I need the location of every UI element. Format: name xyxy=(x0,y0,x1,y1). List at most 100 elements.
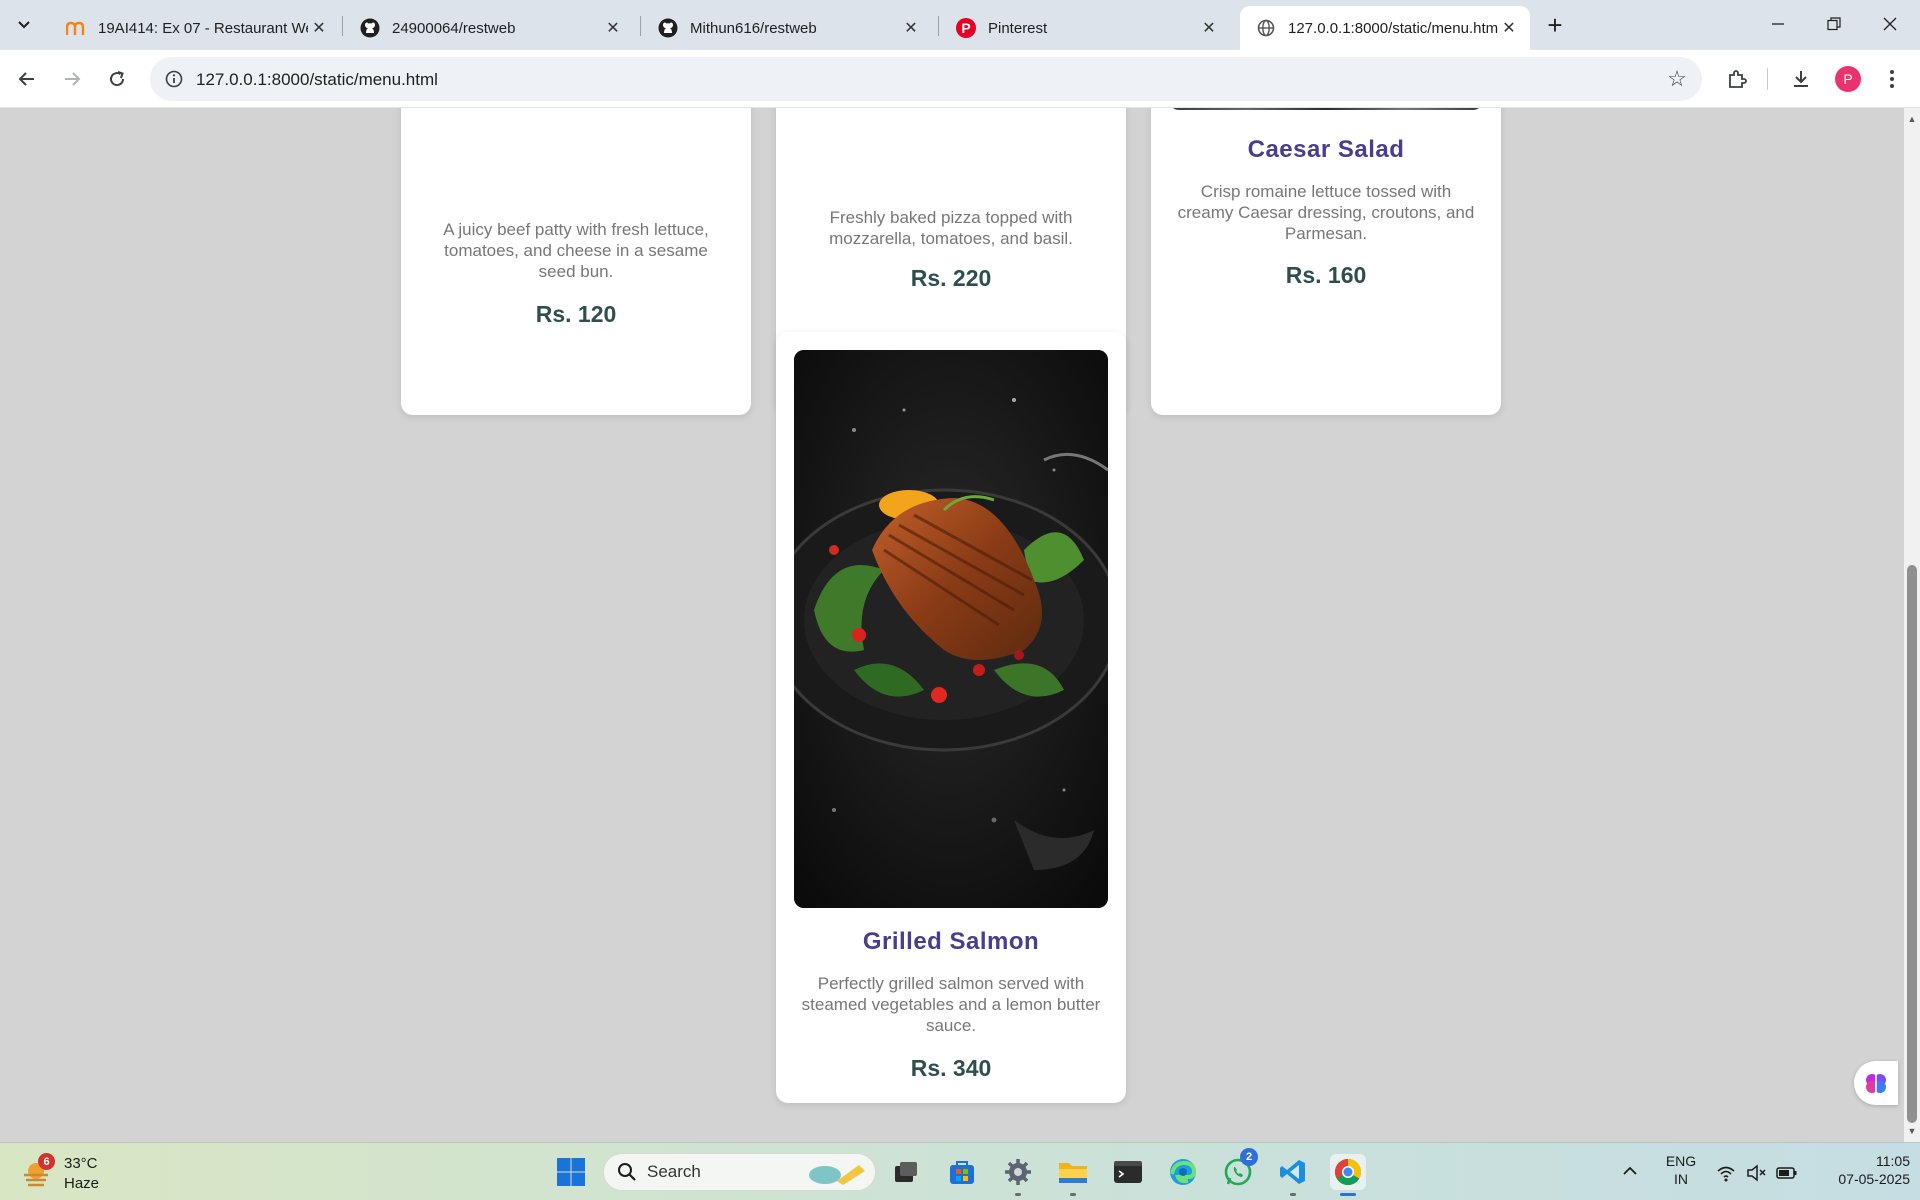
windows-taskbar: 6 33°C Haze Search 2 ENG IN 11:05 07-05-… xyxy=(0,1142,1920,1200)
arrow-left-icon xyxy=(18,72,34,86)
chevron-up-icon xyxy=(1623,1166,1637,1175)
file-explorer-button[interactable] xyxy=(1055,1154,1091,1196)
clock[interactable]: 11:05 07-05-2025 xyxy=(1810,1152,1910,1188)
folder-icon xyxy=(1059,1163,1087,1183)
moodle-icon xyxy=(66,18,86,38)
item-price: Rs. 120 xyxy=(535,301,617,327)
menu-card-burger: A juicy beef patty with fresh lettuce, t… xyxy=(401,108,751,415)
tab-pinterest[interactable]: P Pinterest ✕ xyxy=(940,6,1230,50)
weather-badge: 6 xyxy=(38,1153,55,1170)
brain-icon xyxy=(1866,1074,1886,1093)
whatsapp-badge: 2 xyxy=(1240,1148,1258,1166)
tab-title: 19AI414: Ex 07 - Restaurant We xyxy=(98,19,308,37)
restore-icon xyxy=(1827,17,1841,31)
plus-icon: + xyxy=(1547,9,1563,40)
browser-toolbar: 127.0.0.1:8000/static/menu.html ☆ P xyxy=(0,50,1920,108)
show-hidden-icons-button[interactable] xyxy=(1622,1163,1642,1183)
back-button[interactable] xyxy=(11,63,43,95)
tab-strip: 19AI414: Ex 07 - Restaurant We ✕ 2490006… xyxy=(0,0,1920,50)
language-code: ENG xyxy=(1665,1153,1697,1169)
search-placeholder: Search xyxy=(647,1162,701,1181)
tab-moodle[interactable]: 19AI414: Ex 07 - Restaurant We ✕ xyxy=(50,6,340,50)
bookmark-star-icon[interactable]: ☆ xyxy=(1664,66,1690,92)
battery-icon xyxy=(1776,1167,1797,1179)
close-window-button[interactable] xyxy=(1862,0,1918,48)
chrome-button[interactable] xyxy=(1330,1154,1366,1196)
item-image-bottom-edge xyxy=(1169,108,1483,110)
site-info-icon[interactable] xyxy=(162,67,186,91)
tab-title: 24900064/restweb xyxy=(392,19,516,37)
close-icon[interactable]: ✕ xyxy=(308,17,330,39)
pinterest-icon: P xyxy=(956,18,976,38)
edge-browser-button[interactable] xyxy=(1165,1154,1201,1190)
weather-widget[interactable]: 6 33°C Haze xyxy=(20,1153,140,1195)
microsoft-store-button[interactable] xyxy=(944,1154,980,1190)
tab-github-mithun616[interactable]: Mithun616/restweb ✕ xyxy=(642,6,932,50)
reload-icon xyxy=(110,71,125,87)
kebab-menu-icon xyxy=(1890,70,1894,88)
grilled-salmon-image xyxy=(794,350,1108,908)
close-icon[interactable]: ✕ xyxy=(1198,17,1220,39)
taskbar-search-box[interactable]: Search xyxy=(603,1153,876,1191)
item-description: Perfectly grilled salmon served with ste… xyxy=(801,974,1101,1035)
scrollbar-thumb[interactable] xyxy=(1907,565,1917,1123)
tab-title: Mithun616/restweb xyxy=(690,19,817,37)
menu-button[interactable] xyxy=(1876,63,1908,95)
tab-separator xyxy=(640,16,641,36)
tab-menu-page[interactable]: 127.0.0.1:8000/static/menu.htm ✕ xyxy=(1240,6,1530,50)
terminal-icon xyxy=(1114,1161,1142,1183)
profile-avatar[interactable]: P xyxy=(1835,66,1861,92)
edge-icon xyxy=(1170,1159,1197,1185)
item-price: Rs. 340 xyxy=(910,1055,992,1081)
tab-title: Pinterest xyxy=(988,19,1048,37)
clock-date: 07-05-2025 xyxy=(1838,1171,1910,1187)
minimize-button[interactable] xyxy=(1750,0,1806,48)
settings-button[interactable] xyxy=(1000,1154,1036,1196)
gear-icon xyxy=(1005,1159,1031,1185)
page-scrollbar[interactable]: ▲ ▼ xyxy=(1904,108,1920,1142)
weather-temp: 33°C xyxy=(64,1155,98,1172)
whatsapp-button[interactable]: 2 xyxy=(1220,1148,1258,1190)
vscode-button[interactable] xyxy=(1275,1154,1311,1196)
tab-github-24900064[interactable]: 24900064/restweb ✕ xyxy=(344,6,634,50)
downloads-button[interactable] xyxy=(1785,63,1817,95)
download-icon xyxy=(1794,71,1808,87)
github-icon xyxy=(658,18,678,38)
close-icon[interactable]: ✕ xyxy=(1498,17,1520,39)
arrow-right-icon xyxy=(65,72,81,86)
weather-condition: Haze xyxy=(64,1175,100,1192)
tab-search-button[interactable] xyxy=(8,9,40,41)
url-text[interactable]: 127.0.0.1:8000/static/menu.html xyxy=(196,70,438,90)
menu-card-grilled-salmon: Grilled Salmon Perfectly grilled salmon … xyxy=(776,332,1126,1103)
item-name: Caesar Salad xyxy=(1247,136,1405,163)
item-name: Grilled Salmon xyxy=(862,928,1040,955)
volume-muted-icon xyxy=(1747,1164,1766,1182)
extensions-button[interactable] xyxy=(1721,63,1753,95)
svg-text:P: P xyxy=(961,20,970,36)
system-tray[interactable] xyxy=(1716,1161,1806,1185)
vscode-icon xyxy=(1280,1160,1305,1184)
task-view-icon xyxy=(895,1162,917,1182)
chrome-icon xyxy=(1334,1158,1362,1186)
language-indicator[interactable]: ENG IN xyxy=(1656,1152,1706,1188)
scroll-up-arrow-icon[interactable]: ▲ xyxy=(1904,111,1920,127)
terminal-button[interactable] xyxy=(1110,1154,1146,1190)
chevron-down-icon xyxy=(18,21,30,29)
scroll-down-arrow-icon[interactable]: ▼ xyxy=(1904,1123,1920,1139)
assistant-float-button[interactable] xyxy=(1854,1061,1898,1105)
restore-button[interactable] xyxy=(1806,0,1862,48)
task-view-button[interactable] xyxy=(888,1154,924,1190)
item-description: Freshly baked pizza topped with mozzarel… xyxy=(829,208,1073,248)
new-tab-button[interactable]: + xyxy=(1540,10,1570,40)
reload-button[interactable] xyxy=(101,63,133,95)
github-icon xyxy=(360,18,380,38)
tab-separator xyxy=(342,16,343,36)
start-button[interactable] xyxy=(553,1154,589,1190)
close-icon[interactable]: ✕ xyxy=(900,17,922,39)
close-icon[interactable]: ✕ xyxy=(602,17,624,39)
tab-title: 127.0.0.1:8000/static/menu.htm xyxy=(1288,19,1498,37)
address-bar[interactable]: 127.0.0.1:8000/static/menu.html ☆ xyxy=(150,57,1702,101)
forward-button[interactable] xyxy=(56,63,88,95)
item-description: Crisp romaine lettuce tossed with creamy… xyxy=(1177,182,1475,243)
search-highlight-icon xyxy=(809,1165,865,1185)
